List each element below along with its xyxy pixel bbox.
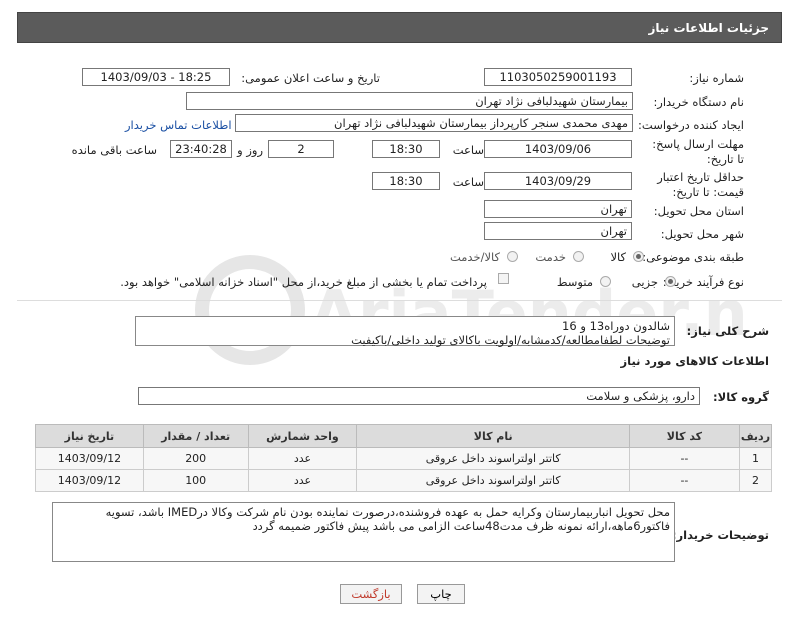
process-radio-medium[interactable]: [600, 276, 611, 287]
city-field[interactable]: تهران: [484, 222, 632, 240]
cell-goods-name: کاتتر اولتراسوند داخل عروقی: [356, 469, 630, 492]
table-header-row: ردیف کد کالا نام کالا واحد شمارش تعداد /…: [35, 424, 773, 448]
table-row[interactable]: 1 -- کاتتر اولتراسوند داخل عروقی عدد 200…: [35, 447, 773, 470]
page: جزئیات اطلاعات نیاز AriaTender.net شماره…: [0, 0, 789, 620]
need-number-field[interactable]: 1103050259001193: [484, 68, 632, 86]
announce-field[interactable]: 1403/09/03 - 18:25: [82, 68, 230, 86]
treasury-payment-note: پرداخت تمام یا بخشی از مبلغ خرید،از محل …: [120, 275, 487, 289]
send-deadline-label: مهلت ارسال پاسخ: تا تاریخ:: [652, 137, 744, 166]
cell-row-number: 2: [738, 469, 773, 492]
page-title: جزئیات اطلاعات نیاز: [648, 21, 769, 35]
need-number-label: شماره نیاز:: [689, 71, 744, 85]
creator-label: ایجاد کننده درخواست:: [638, 118, 744, 132]
city-label: شهر محل تحویل:: [660, 227, 744, 241]
creator-field[interactable]: مهدی محمدی سنجر کارپرداز بیمارستان شهیدل…: [235, 114, 633, 132]
summary-line-1: شالدون دوراه13 و 16: [562, 319, 670, 333]
cell-need-date: 1403/09/12: [35, 469, 144, 492]
category-option-both: کالا/خدمت: [449, 250, 500, 264]
goods-group-field[interactable]: دارو، پزشکی و سلامت: [138, 387, 700, 405]
province-field[interactable]: تهران: [484, 200, 632, 218]
remaining-time-field[interactable]: 23:40:28: [170, 140, 232, 158]
days-field[interactable]: 2: [268, 140, 334, 158]
cell-unit: عدد: [247, 469, 358, 492]
process-option-minor: جزیی: [631, 275, 658, 289]
cell-need-date: 1403/09/12: [35, 447, 144, 470]
divider: [17, 300, 782, 301]
remaining-label: ساعت باقی مانده: [71, 143, 157, 157]
cell-goods-code: --: [629, 469, 740, 492]
summary-textarea[interactable]: شالدون دوراه13 و 16 توضیحات لطفامطالعه/ک…: [135, 316, 675, 347]
table-row[interactable]: 2 -- کاتتر اولتراسوند داخل عروقی عدد 100…: [35, 469, 773, 492]
price-time-label: ساعت: [452, 175, 484, 189]
category-radio-service[interactable]: [573, 251, 584, 262]
back-button[interactable]: بازگشت: [340, 584, 402, 604]
category-label: طبقه بندی موضوعی:: [642, 250, 744, 264]
cell-goods-name: کاتتر اولتراسوند داخل عروقی: [356, 447, 630, 470]
cell-quantity: 100: [142, 469, 249, 492]
col-header-row-number: ردیف: [738, 424, 773, 448]
category-option-service: خدمت: [535, 250, 566, 264]
goods-group-label: گروه کالا:: [713, 390, 769, 404]
buyer-org-label: نام دستگاه خریدار:: [653, 95, 744, 109]
category-option-goods: کالا: [610, 250, 626, 264]
buyer-notes-textarea[interactable]: محل تحویل انباربیمارستان وکرایه حمل به ع…: [52, 502, 675, 562]
col-header-goods-code: کد کالا: [629, 424, 740, 448]
summary-label: شرح کلی نیاز:: [686, 324, 769, 338]
province-label: استان محل تحویل:: [653, 204, 744, 218]
goods-info-title: اطلاعات کالاهای مورد نیاز: [620, 354, 769, 368]
contact-info-link[interactable]: اطلاعات تماس خریدار: [125, 118, 232, 132]
price-validity-time-field[interactable]: 18:30: [372, 172, 440, 190]
category-radio-goods[interactable]: [633, 251, 644, 262]
goods-table: ردیف کد کالا نام کالا واحد شمارش تعداد /…: [35, 424, 773, 492]
category-radio-both[interactable]: [507, 251, 518, 262]
process-option-medium: متوسط: [556, 275, 593, 289]
col-header-goods-name: نام کالا: [356, 424, 630, 448]
price-validity-label: حداقل تاریخ اعتبار قیمت: تا تاریخ:: [657, 170, 744, 199]
days-label: روز و: [237, 143, 263, 157]
col-header-unit: واحد شمارش: [247, 424, 358, 448]
price-validity-date-field[interactable]: 1403/09/29: [484, 172, 632, 190]
treasury-payment-checkbox[interactable]: [498, 273, 509, 284]
send-deadline-date-field[interactable]: 1403/09/06: [484, 140, 632, 158]
col-header-quantity: تعداد / مقدار: [142, 424, 249, 448]
cell-unit: عدد: [247, 447, 358, 470]
page-header: جزئیات اطلاعات نیاز: [17, 12, 782, 43]
buyer-notes-label: توضیحات خریدار:: [671, 528, 769, 542]
send-time-label: ساعت: [452, 143, 484, 157]
cell-quantity: 200: [142, 447, 249, 470]
col-header-need-date: تاریخ نیاز: [35, 424, 144, 448]
cell-goods-code: --: [629, 447, 740, 470]
announce-label: تاریخ و ساعت اعلان عمومی:: [241, 71, 380, 85]
process-radio-minor[interactable]: [665, 276, 676, 287]
send-deadline-time-field[interactable]: 18:30: [372, 140, 440, 158]
print-button[interactable]: چاپ: [417, 584, 465, 604]
buyer-org-field[interactable]: بیمارستان شهیدلبافی نژاد تهران: [186, 92, 633, 110]
cell-row-number: 1: [738, 447, 773, 470]
summary-line-2: توضیحات لطفامطالعه/کدمشابه/اولویت باکالا…: [351, 333, 670, 347]
